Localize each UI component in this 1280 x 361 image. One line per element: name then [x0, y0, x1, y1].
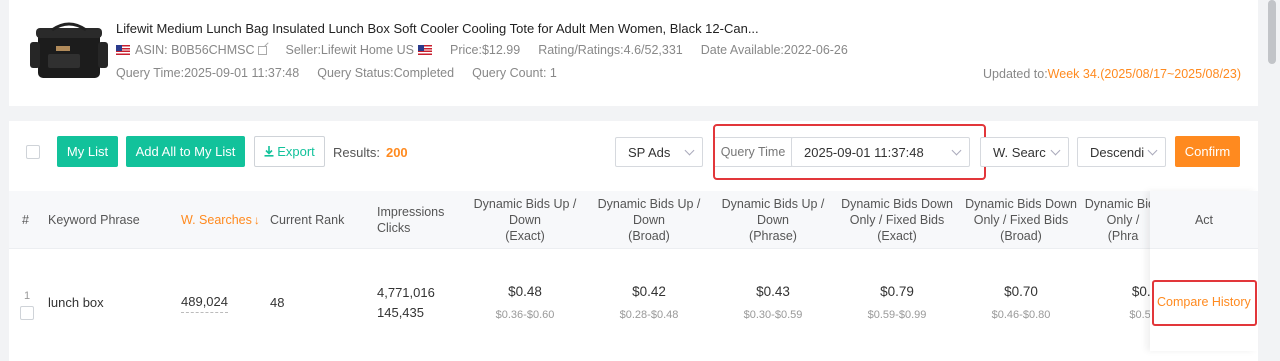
- bids-row: $0.48 $0.36-$0.60 $0.42 $0.28-$0.48 $0.4…: [0, 120, 1280, 351]
- price: Price:$12.99: [450, 43, 521, 57]
- bid-value: $0.70: [1004, 284, 1038, 299]
- seller: Seller:Lifewit Home US: [285, 43, 414, 57]
- bid-updown-phrase: $0.43 $0.30-$0.59: [711, 284, 835, 321]
- product-summary-card: Lifewit Medium Lunch Bag Insulated Lunch…: [9, 0, 1258, 106]
- bid-range: $0.46-$0.80: [991, 309, 1051, 321]
- product-image[interactable]: [24, 18, 112, 86]
- bid-value: $0.42: [632, 284, 666, 299]
- bid-updown-broad: $0.42 $0.28-$0.48: [587, 284, 711, 321]
- external-link-icon[interactable]: [258, 45, 268, 55]
- asin[interactable]: ASIN: B0B56CHMSC: [135, 43, 254, 57]
- bid-fixed-broad: $0.70 $0.46-$0.80: [959, 284, 1083, 321]
- query-count: Query Count: 1: [472, 66, 557, 80]
- bid-fixed-exact: $0.79 $0.59-$0.99: [835, 284, 959, 321]
- query-meta-row: Query Time:2025-09-01 11:37:48 Query Sta…: [116, 66, 575, 80]
- date-available: Date Available:2022-06-26: [700, 43, 848, 57]
- us-flag-icon: [418, 45, 432, 55]
- asin-item: ASIN: B0B56CHMSC: [116, 43, 268, 57]
- bid-range: $0.36-$0.60: [495, 309, 555, 321]
- col-act: Act: [1150, 191, 1258, 249]
- bid-value: $0.79: [880, 284, 914, 299]
- bid-value: $0.48: [508, 284, 542, 299]
- bid-value: $0.43: [756, 284, 790, 299]
- rating: Rating/Ratings:4.6/52,331: [538, 43, 683, 57]
- seller-item: Seller:Lifewit Home US: [285, 43, 432, 57]
- bid-range: $0.28-$0.48: [619, 309, 679, 321]
- us-flag-icon: [116, 45, 130, 55]
- product-title[interactable]: Lifewit Medium Lunch Bag Insulated Lunch…: [116, 21, 759, 36]
- bid-updown-exact: $0.48 $0.36-$0.60: [463, 284, 587, 321]
- updated-to: Updated to:Week 34.(2025/08/17~2025/08/2…: [983, 67, 1241, 81]
- updated-week[interactable]: Week 34.(2025/08/17~2025/08/23): [1048, 67, 1241, 81]
- bid-range: $0.30-$0.59: [743, 309, 803, 321]
- scrollbar-thumb[interactable]: [1268, 0, 1276, 64]
- product-meta-row: ASIN: B0B56CHMSC Seller:Lifewit Home US …: [116, 43, 866, 57]
- query-time: Query Time:2025-09-01 11:37:48: [116, 66, 300, 80]
- action-column: Act: [1150, 191, 1258, 351]
- compare-history-highlight: [1152, 280, 1257, 326]
- bid-range: $0.59-$0.99: [867, 309, 927, 321]
- query-status: Query Status:Completed: [317, 66, 455, 80]
- updated-label: Updated to:: [983, 67, 1048, 81]
